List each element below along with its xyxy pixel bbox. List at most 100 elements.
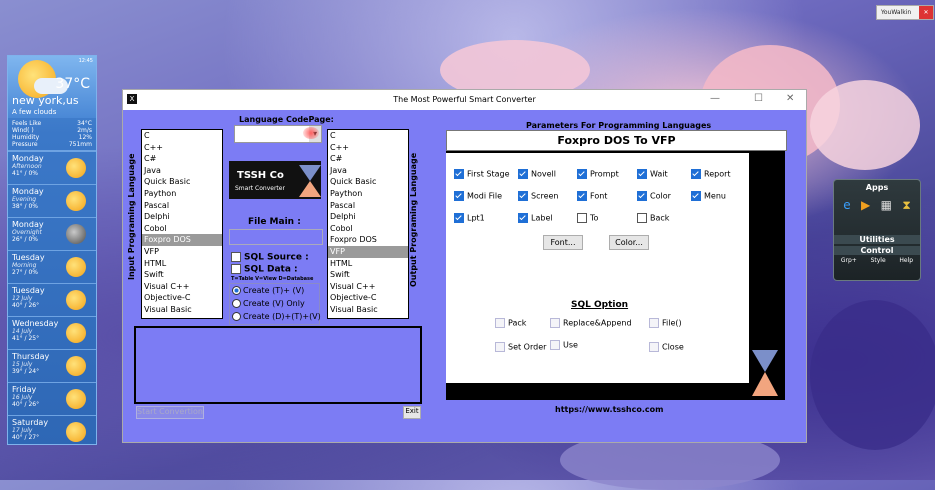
sql-option-checkbox[interactable]: Set Order [495,342,546,352]
checkbox-icon[interactable] [691,191,701,201]
checkbox-icon[interactable] [495,318,505,328]
website-url[interactable]: https://www.tsshco.com [555,405,663,414]
list-item[interactable]: Swift [328,269,408,281]
minimize-button[interactable]: — [710,93,720,104]
close-button[interactable]: ✕ [786,93,794,104]
param-checkbox[interactable]: Lpt1 [454,213,485,223]
checkbox-icon[interactable] [550,340,560,350]
checkbox-icon[interactable] [495,342,505,352]
param-checkbox[interactable]: First Stage [454,169,510,179]
radio-create-dtv[interactable]: Create (D)+(T)+(V) [232,312,321,321]
calendar-icon[interactable]: ▦ [881,198,892,213]
list-item[interactable]: Delphi [328,211,408,223]
list-item[interactable]: Objective-C [142,292,222,304]
checkbox-icon[interactable] [454,169,464,179]
list-item[interactable]: HTML [328,258,408,270]
list-item[interactable]: C# [142,153,222,165]
checkbox-icon[interactable] [691,169,701,179]
list-item[interactable]: C++ [142,142,222,154]
param-checkbox[interactable]: Back [637,213,669,223]
list-item[interactable]: Visual C++ [142,281,222,293]
checkbox-icon[interactable] [649,318,659,328]
radio-create-tv[interactable]: Create (T)+ (V) [232,286,304,295]
color-button[interactable]: Color... [609,235,649,250]
checkbox-icon[interactable] [637,191,647,201]
list-item[interactable]: Swift [142,269,222,281]
param-checkbox[interactable]: Menu [691,191,726,201]
checkbox-icon[interactable] [649,342,659,352]
param-checkbox[interactable]: Wait [637,169,668,179]
sql-option-checkbox[interactable]: File() [649,318,682,328]
param-checkbox[interactable]: Modi File [454,191,502,201]
list-item[interactable]: Visual C++ [328,281,408,293]
list-item[interactable]: C [328,130,408,142]
utilities-label[interactable]: Utilities [834,235,920,244]
media-icon[interactable]: ▶ [861,198,870,213]
checkbox-icon[interactable] [637,169,647,179]
sql-option-checkbox[interactable]: Use [550,340,578,350]
youwalkin-badge[interactable]: YouWalkin ✕ [876,5,934,20]
sql-source-option[interactable]: SQL Source : [231,252,309,263]
checkbox-icon[interactable] [637,213,647,223]
maximize-button[interactable]: ☐ [754,93,763,104]
list-item[interactable]: Cobol [328,223,408,235]
exit-button[interactable]: Exit [403,406,421,419]
list-item[interactable]: Pascal [328,200,408,212]
input-language-list[interactable]: C C++ C# Java Quick Basic Paython Pascal Delphi… [141,129,223,319]
list-item[interactable]: HTML [142,258,222,270]
param-checkbox[interactable]: Screen [518,191,559,201]
list-item[interactable]: Quick Basic [328,176,408,188]
sql-option-checkbox[interactable]: Close [649,342,684,352]
checkbox-icon[interactable] [577,169,587,179]
log-area[interactable] [134,326,422,404]
close-icon[interactable]: ✕ [919,6,933,19]
list-item[interactable]: VFP [328,245,408,258]
checkbox-icon[interactable] [550,318,560,328]
checkbox-icon[interactable] [454,191,464,201]
list-item[interactable]: Paython [328,188,408,200]
list-item[interactable]: C# [328,153,408,165]
list-item[interactable]: Visual Basic [142,304,222,316]
sql-option-checkbox[interactable]: Pack [495,318,526,328]
list-item[interactable]: Delphi [142,211,222,223]
list-item[interactable]: Foxpro DOS [142,234,222,246]
param-checkbox[interactable]: Prompt [577,169,619,179]
checkbox-icon[interactable] [518,169,528,179]
style-button[interactable]: Style [871,257,886,264]
list-item[interactable]: Paython [142,188,222,200]
output-language-list[interactable]: C C++ C# Java Quick Basic Paython Pascal Delphi… [327,129,409,319]
checkbox-icon[interactable] [577,213,587,223]
sql-option-checkbox[interactable]: Replace&Append [550,318,632,328]
help-button[interactable]: Help [899,257,913,264]
checkbox-icon[interactable] [518,213,528,223]
grp-button[interactable]: Grp+ [841,257,857,264]
list-item[interactable]: Java [142,165,222,177]
checkbox-icon[interactable] [454,213,464,223]
param-checkbox[interactable]: Label [518,213,553,223]
list-item[interactable]: Cobol [142,223,222,235]
list-item[interactable]: VFP [142,246,222,258]
list-item[interactable]: Pascal [142,200,222,212]
param-checkbox[interactable]: Report [691,169,731,179]
checkbox-icon[interactable] [518,191,528,201]
hourglass-icon[interactable]: ⧗ [902,198,910,213]
list-item[interactable]: Foxpro DOS [328,234,408,246]
checkbox-icon[interactable] [577,191,587,201]
param-checkbox[interactable]: Font [577,191,607,201]
param-checkbox[interactable]: Color [637,191,671,201]
start-convertion-button[interactable]: Start Convertion [136,406,204,419]
param-checkbox[interactable]: To [577,213,598,223]
control-label[interactable]: Control [834,246,920,255]
param-checkbox[interactable]: Novell [518,169,556,179]
list-item[interactable]: Objective-C [328,292,408,304]
list-item[interactable]: C++ [328,142,408,154]
radio-create-v[interactable]: Create (V) Only [232,299,305,308]
sql-data-option[interactable]: SQL Data : [231,264,298,275]
list-item[interactable]: Quick Basic [142,176,222,188]
list-item[interactable]: Java [328,165,408,177]
list-item[interactable]: Visual Basic [328,304,408,316]
font-button[interactable]: Font... [543,235,583,250]
ie-icon[interactable]: e [843,198,850,213]
file-main-input[interactable] [229,229,323,245]
list-item[interactable]: C [142,130,222,142]
